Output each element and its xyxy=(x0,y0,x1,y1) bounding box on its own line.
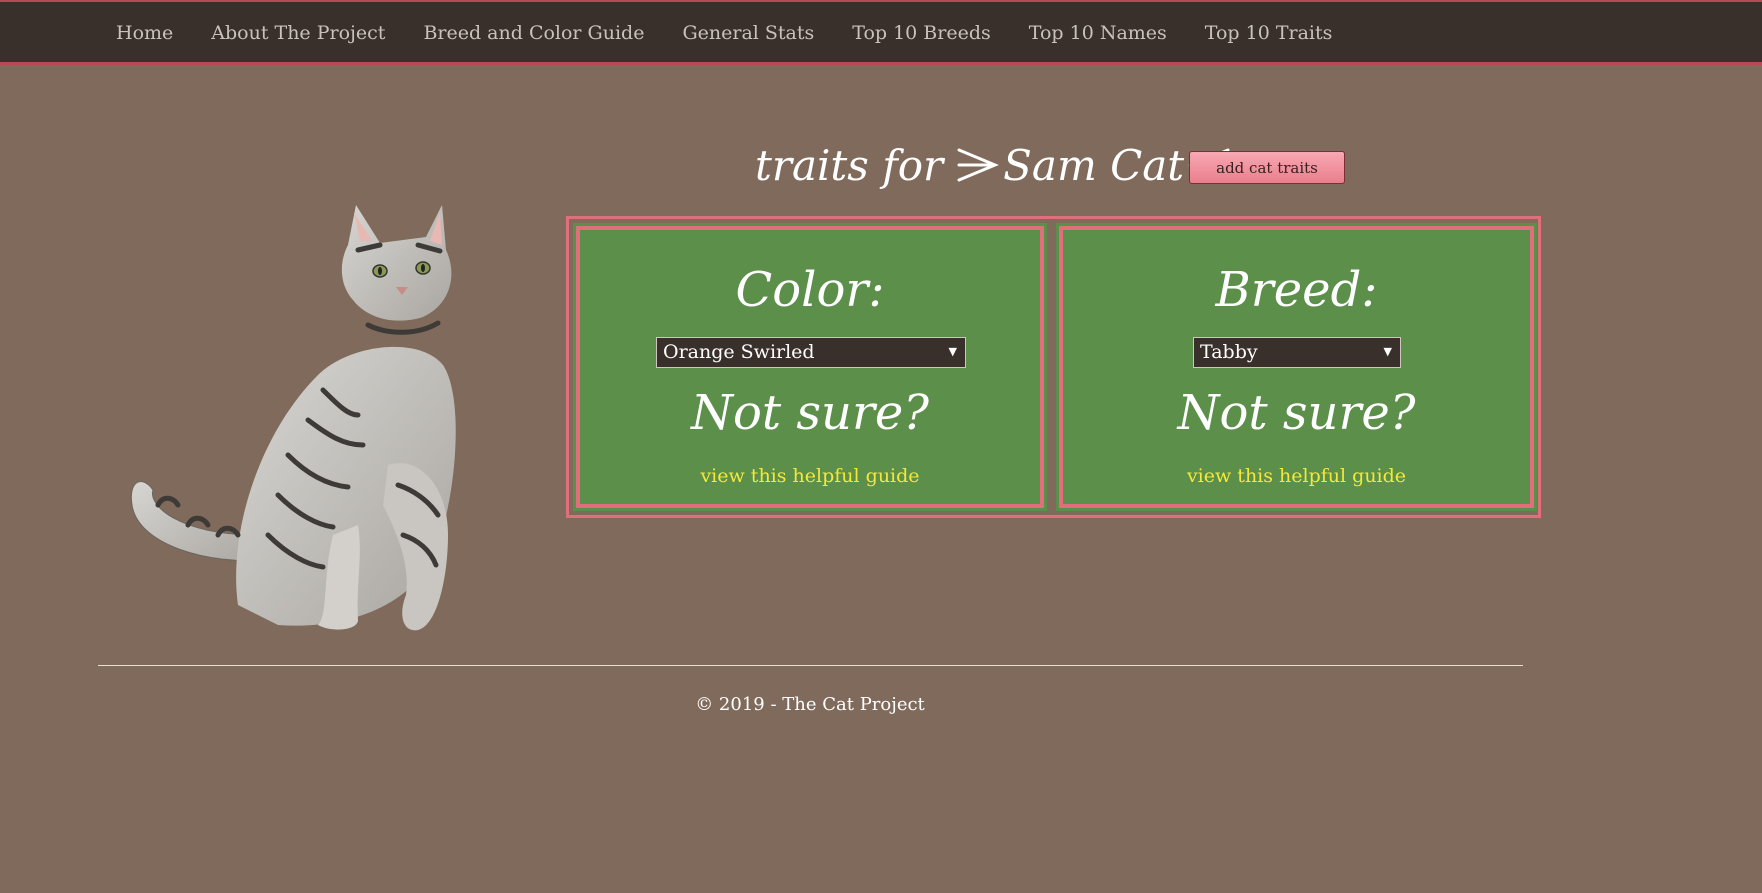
breed-panel: Breed: Tabby ▼ Not sure? view this helpf… xyxy=(1056,223,1537,511)
breed-select[interactable]: Tabby ▼ xyxy=(1193,337,1401,368)
footer-copyright: © 2019 - The Cat Project xyxy=(695,694,925,715)
page-heading: traits for Sam Cat xyxy=(755,130,1232,200)
cat-photo xyxy=(130,205,456,631)
nav-top-traits[interactable]: Top 10 Traits xyxy=(1205,22,1333,44)
breed-guide-link[interactable]: view this helpful guide xyxy=(1063,465,1530,487)
color-not-sure: Not sure? xyxy=(690,385,930,441)
nav-top-breeds[interactable]: Top 10 Breeds xyxy=(852,22,991,44)
nav-top-names[interactable]: Top 10 Names xyxy=(1029,22,1167,44)
breed-label: Breed: xyxy=(1215,262,1378,318)
breed-select-value: Tabby xyxy=(1200,341,1258,363)
nav-general-stats[interactable]: General Stats xyxy=(682,22,814,44)
cat-name: Sam Cat xyxy=(1003,140,1185,190)
chevron-down-icon: ▼ xyxy=(948,345,957,358)
color-label: Color: xyxy=(735,262,885,318)
traits-panels: Color: Orange Swirled ▼ Not sure? view t… xyxy=(566,216,1541,518)
color-select-value: Orange Swirled xyxy=(663,341,815,363)
color-select[interactable]: Orange Swirled ▼ xyxy=(656,337,966,368)
nav-home[interactable]: Home xyxy=(116,22,173,44)
whisker-left-icon xyxy=(957,148,1000,182)
footer-divider xyxy=(98,665,1523,666)
top-navbar: Home About The Project Breed and Color G… xyxy=(0,0,1762,65)
nav-about[interactable]: About The Project xyxy=(211,22,385,44)
nav-breed-color-guide[interactable]: Breed and Color Guide xyxy=(423,22,644,44)
chevron-down-icon: ▼ xyxy=(1383,345,1392,358)
add-cat-traits-button[interactable]: add cat traits xyxy=(1189,151,1345,184)
color-panel: Color: Orange Swirled ▼ Not sure? view t… xyxy=(573,223,1047,511)
nav-list: Home About The Project Breed and Color G… xyxy=(116,22,1370,44)
breed-not-sure: Not sure? xyxy=(1177,385,1416,441)
heading-prefix: traits for xyxy=(755,140,944,190)
color-guide-link[interactable]: view this helpful guide xyxy=(580,465,1040,487)
